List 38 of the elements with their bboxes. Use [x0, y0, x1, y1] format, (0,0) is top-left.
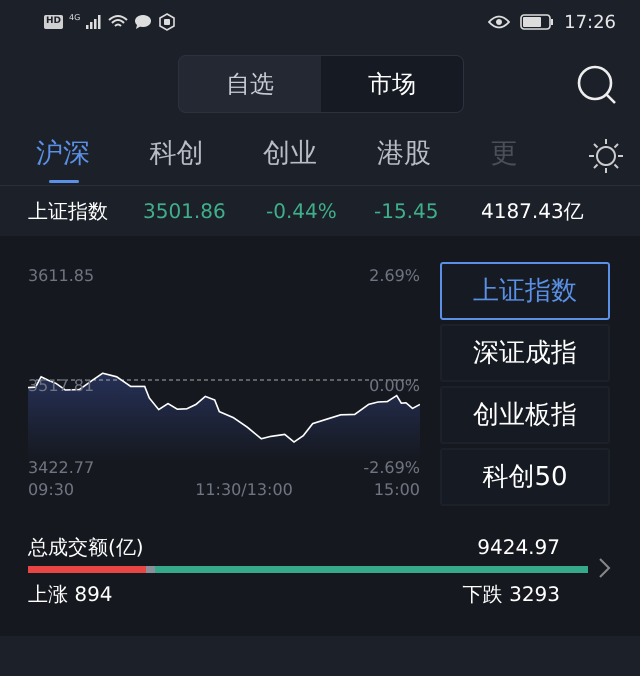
fall-count: 下跌 3293: [462, 581, 560, 608]
chevron-right-icon[interactable]: [598, 556, 612, 578]
index-change: -15.45: [374, 198, 440, 225]
volume-label: 总成交额(亿): [28, 534, 144, 561]
index-button[interactable]: 上证指数: [440, 262, 610, 320]
index-price: 3501.86: [143, 198, 227, 225]
market-tab[interactable]: 港股: [376, 124, 490, 185]
percent-axis-label: 0.00%: [369, 375, 420, 397]
time-axis-label: 09:30: [28, 479, 74, 501]
search-icon[interactable]: [576, 64, 618, 106]
segment-tab[interactable]: 市场: [321, 56, 463, 112]
hd-icon: HD: [44, 15, 64, 29]
segment-tab[interactable]: 自选: [179, 56, 321, 112]
eye-icon: [488, 15, 510, 29]
percent-axis-label: 2.69%: [369, 265, 420, 287]
clock-time: 17:26: [564, 10, 616, 34]
volume-value: 9424.97: [477, 534, 560, 561]
index-turnover: 4187.43亿: [481, 198, 584, 225]
y-axis-label: 3611.85: [28, 265, 94, 287]
index-button[interactable]: 深证成指: [440, 324, 610, 382]
time-axis-label: 11:30/13:00: [195, 479, 293, 501]
signal-icon: [86, 15, 102, 29]
time-axis-label: 15:00: [374, 479, 420, 501]
market-tab[interactable]: 创业: [263, 124, 377, 185]
message-icon: [134, 14, 152, 30]
percent-axis-label: -2.69%: [363, 457, 420, 479]
hand-icon: [158, 13, 176, 31]
network-label: 4G: [69, 12, 80, 24]
index-button[interactable]: 科创50: [440, 448, 610, 506]
index-change-percent: -0.44%: [266, 198, 338, 225]
battery-icon: [520, 14, 554, 30]
market-tab[interactable]: 科创: [150, 124, 264, 185]
index-button[interactable]: 创业板指: [440, 386, 610, 444]
brightness-icon[interactable]: [588, 138, 624, 174]
rise-count: 上涨 894: [28, 581, 113, 608]
market-tab[interactable]: 沪深: [36, 124, 150, 185]
index-name: 上证指数: [28, 198, 109, 225]
y-axis-label: 3422.77: [28, 457, 94, 479]
